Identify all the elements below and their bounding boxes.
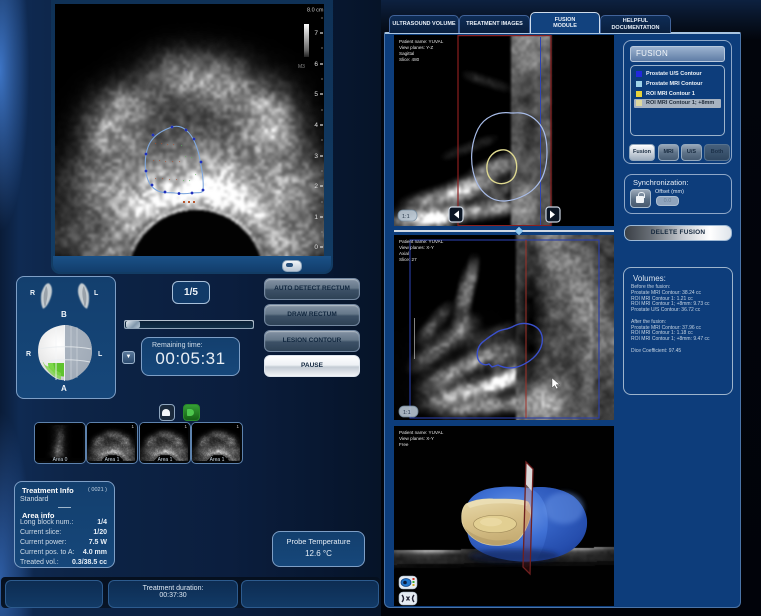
svg-text:Free: Free bbox=[399, 442, 409, 447]
svg-text:L: L bbox=[94, 290, 99, 297]
svg-text:R: R bbox=[30, 290, 35, 297]
svg-text:Axial: Axial bbox=[399, 251, 409, 256]
svg-text:B: B bbox=[61, 310, 67, 319]
svg-text:3: 3 bbox=[314, 153, 318, 160]
svg-text:1:1: 1:1 bbox=[403, 410, 411, 416]
svg-text:Slice: 480: Slice: 480 bbox=[399, 57, 420, 62]
svg-text:2: 2 bbox=[314, 183, 318, 190]
svg-text:Patient name: YUVAL: Patient name: YUVAL bbox=[399, 39, 444, 44]
svg-text:Patient name: YUVAL: Patient name: YUVAL bbox=[399, 239, 444, 244]
svg-text:4: 4 bbox=[314, 122, 318, 129]
svg-text:0: 0 bbox=[314, 244, 318, 251]
svg-text:Slice: 27: Slice: 27 bbox=[399, 257, 417, 262]
svg-text:R: R bbox=[26, 351, 31, 358]
svg-text:1:1: 1:1 bbox=[402, 214, 410, 220]
svg-text:5: 5 bbox=[314, 91, 318, 98]
svg-text:8.0 cm: 8.0 cm bbox=[307, 8, 324, 14]
svg-text:View planes: X-Y: View planes: X-Y bbox=[399, 245, 434, 250]
svg-text:A: A bbox=[61, 384, 67, 393]
svg-text:1: 1 bbox=[314, 214, 318, 221]
svg-text:7: 7 bbox=[314, 30, 318, 37]
svg-text:Patient name: YUVAL: Patient name: YUVAL bbox=[399, 430, 444, 435]
svg-text:M3: M3 bbox=[298, 64, 305, 70]
svg-text:6: 6 bbox=[314, 61, 318, 68]
svg-text:View planes: Y-Z: View planes: Y-Z bbox=[399, 45, 433, 50]
svg-text:L: L bbox=[98, 351, 103, 358]
svg-text:View planes: X-Y: View planes: X-Y bbox=[399, 436, 434, 441]
svg-text:Sagittal: Sagittal bbox=[399, 51, 414, 56]
